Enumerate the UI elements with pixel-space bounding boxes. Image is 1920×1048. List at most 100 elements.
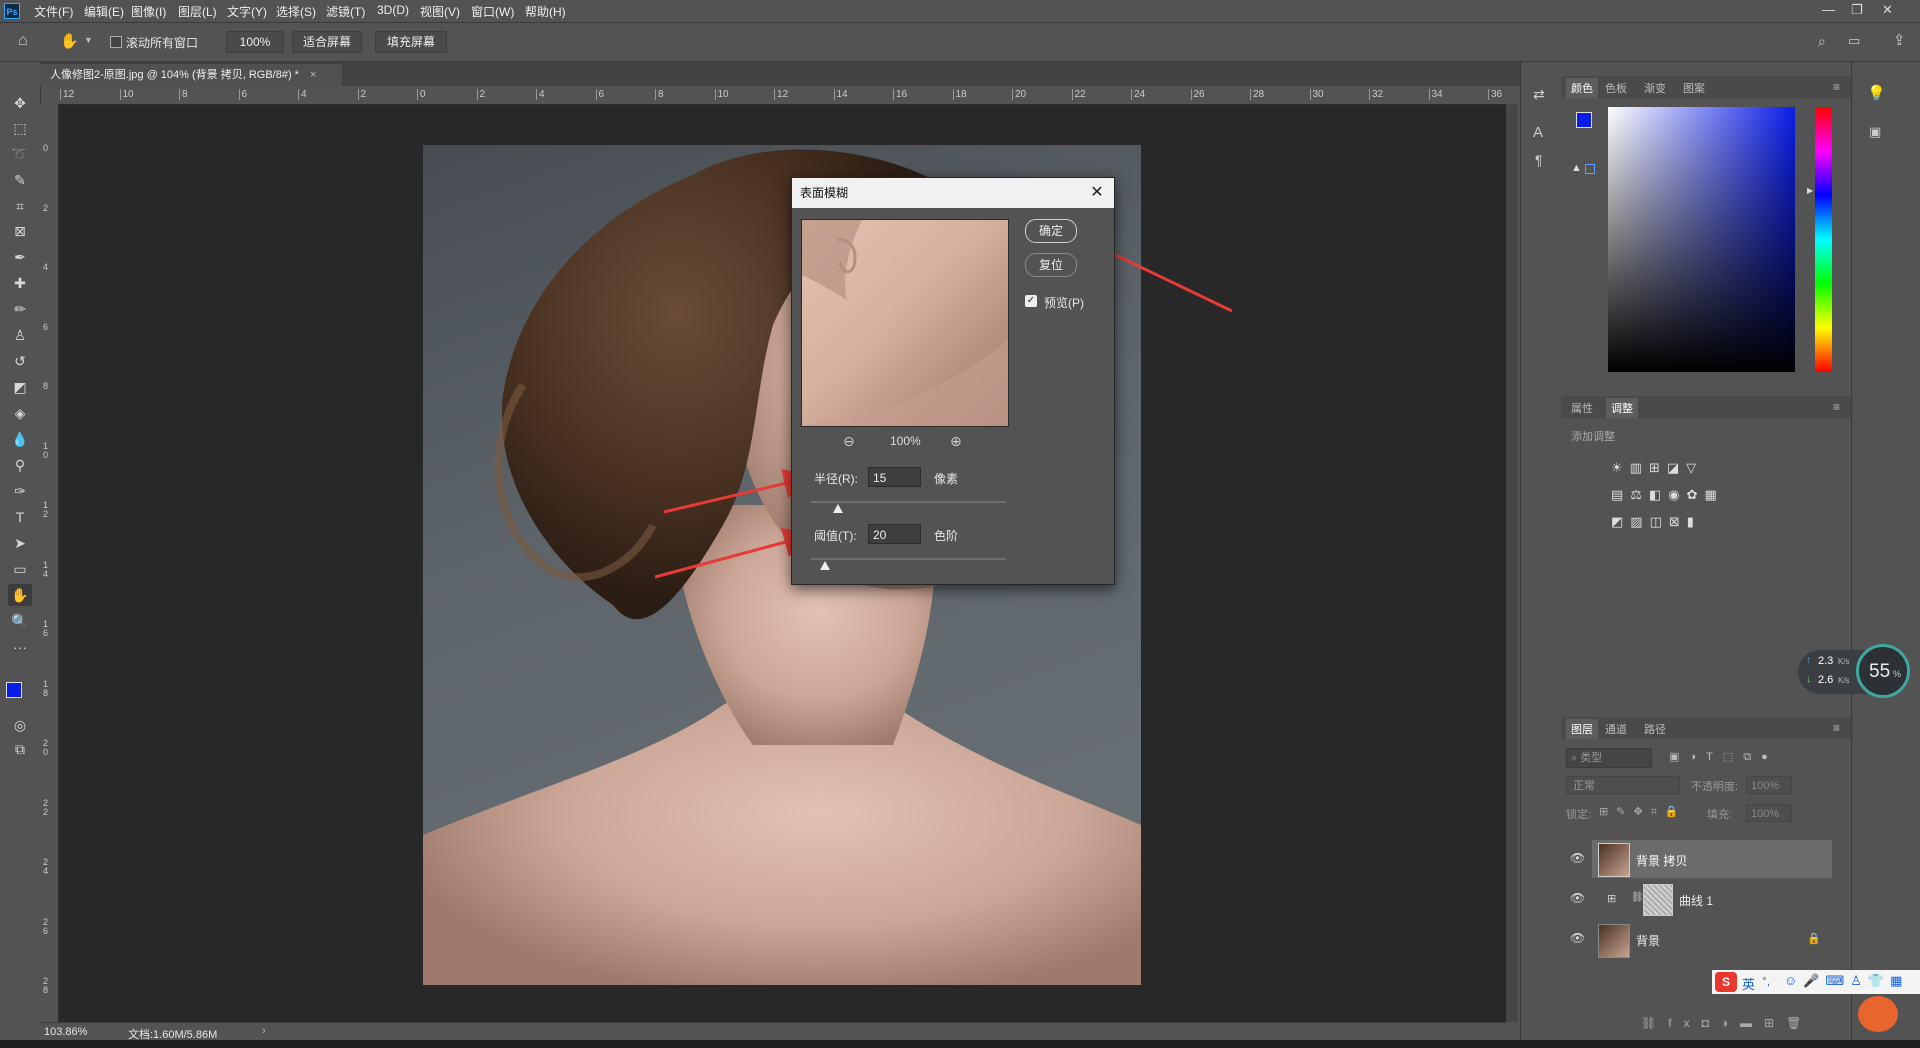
layer-thumbnail [1598,924,1630,958]
photo-filter-icon[interactable]: ◉ [1668,487,1686,502]
libraries-icon[interactable]: ▣ [1869,124,1881,140]
ime-tool-icons[interactable]: ☺🎤⌨♙👕▦ [1784,973,1908,989]
hue-saturation-icon[interactable]: ▤ [1611,487,1630,502]
delete-layer-icon[interactable]: 🗑 [1786,1016,1813,1030]
radius-label: 半径(R): [814,472,858,486]
radius-input[interactable]: 15 [868,467,921,487]
vertical-scrollbar[interactable] [1506,104,1518,1022]
invert-icon[interactable]: ◩ [1611,514,1630,529]
tab-properties[interactable]: 属性 [1571,400,1593,416]
radius-slider-track[interactable] [811,501,1006,503]
adjustments-menu-icon[interactable]: ≡ [1833,400,1840,414]
warning-icon[interactable]: ▲ [1571,162,1582,174]
threshold-unit: 色阶 [934,529,959,543]
new-layer-icon[interactable]: ⊞ [1764,1016,1786,1030]
zoom-status[interactable]: 103.86% [44,1026,87,1038]
layer-thumbnail [1598,843,1630,877]
tab-patterns[interactable]: 图案 [1683,80,1705,96]
opacity-input[interactable]: 100% [1746,776,1792,794]
threshold-input[interactable]: 20 [868,524,921,544]
history-panel-icon[interactable]: ⇄ [1533,86,1545,103]
black-white-icon[interactable]: ◧ [1649,487,1668,502]
selective-color-icon[interactable]: ⊠ [1669,514,1687,529]
preview-illustration [802,220,1008,426]
lock-pixels-icon[interactable]: ✎ [1616,806,1633,818]
add-mask-icon[interactable]: ◘ [1702,1016,1721,1030]
dialog-title: 表面模糊 [792,178,1114,208]
panel-foreground-swatch[interactable] [1576,112,1592,128]
download-arrow-icon: ↓ [1806,674,1811,685]
paragraph-panel-icon[interactable]: ¶ [1535,152,1543,168]
filter-preview[interactable] [801,219,1009,427]
lock-position-icon[interactable]: ✥ [1633,806,1650,818]
brightness-icon[interactable]: ☀ [1611,460,1630,475]
dialog-close-icon[interactable]: ✕ [1088,184,1106,202]
fill-input[interactable]: 100% [1746,804,1792,822]
gradient-map-icon[interactable]: ▮ [1687,514,1701,529]
channel-mixer-icon[interactable]: ✿ [1687,487,1705,502]
tab-paths[interactable]: 路径 [1644,721,1666,737]
color-balance-icon[interactable]: ⚖ [1630,487,1649,502]
hue-slider-marker-icon[interactable]: ▶ [1807,186,1813,195]
panel-menu-icon[interactable]: ≡ [1833,80,1840,94]
websafe-icon[interactable] [1585,164,1595,174]
tab-color[interactable]: 颜色 [1566,78,1598,98]
threshold-slider-thumb[interactable] [819,561,830,570]
new-group-icon[interactable]: ▬ [1740,1016,1764,1030]
visibility-eye-icon[interactable]: 👁 [1570,851,1585,865]
zoom-out-icon[interactable]: ⊖ [843,433,855,450]
lock-all-icon[interactable]: 🔒 [1665,806,1687,818]
link-icon[interactable]: ⛓ [1631,892,1644,903]
exposure-icon[interactable]: ◪ [1667,460,1686,475]
tab-channels[interactable]: 通道 [1605,721,1627,737]
filter-shape-icon[interactable]: ⬚ [1723,751,1743,763]
ime-lang[interactable]: 英 [1742,974,1755,993]
hue-slider[interactable] [1815,107,1832,372]
ok-button[interactable]: 确定 [1025,219,1077,243]
reset-button[interactable]: 复位 [1025,253,1077,277]
filter-pixel-icon[interactable]: ▣ [1669,751,1689,763]
sogou-logo-icon[interactable]: S [1715,972,1737,992]
lock-artboard-icon[interactable]: ⌗ [1651,806,1665,818]
tab-adjustments[interactable]: 调整 [1606,398,1638,418]
radius-slider-thumb[interactable] [833,504,844,513]
link-layers-icon[interactable]: ⛓ [1641,1016,1668,1030]
color-picker-field[interactable] [1608,107,1795,372]
lock-icons: ⊞✎✥⌗🔒 [1599,805,1687,819]
layer-style-icon[interactable]: fx [1668,1016,1701,1030]
zoom-in-icon[interactable]: ⊕ [950,433,962,450]
threshold-slider-track[interactable] [811,558,1006,560]
preview-checkbox[interactable]: ✓ [1025,295,1037,307]
filter-smart-icon[interactable]: ⧉ [1743,751,1761,763]
tab-gradients[interactable]: 渐变 [1644,80,1666,96]
visibility-eye-icon[interactable]: 👁 [1570,891,1585,905]
posterize-icon[interactable]: ▨ [1630,514,1649,529]
blend-mode-select[interactable]: 正常 [1566,776,1680,794]
ime-punct[interactable]: °, [1762,974,1770,988]
filter-adjust-icon[interactable]: ◑ [1689,751,1706,763]
levels-icon[interactable]: ▥ [1630,460,1649,475]
fill-label: 填充: [1707,809,1733,821]
character-panel-icon[interactable]: A [1533,124,1543,141]
threshold-adj-icon[interactable]: ◫ [1650,514,1669,529]
tab-layers[interactable]: 图层 [1566,719,1598,739]
layers-menu-icon[interactable]: ≡ [1833,721,1840,735]
new-adjustment-icon[interactable]: ◑ [1721,1016,1740,1030]
lock-transparent-icon[interactable]: ⊞ [1599,806,1616,818]
visibility-eye-icon[interactable]: 👁 [1570,931,1585,945]
layer-name: 曲线 1 [1679,894,1714,908]
layer-mask-thumbnail[interactable] [1643,884,1673,916]
curves-adjustment-icon: ⊞ [1607,893,1617,905]
learn-lightbulb-icon[interactable]: 💡 [1867,84,1886,102]
color-lookup-icon[interactable]: ▦ [1705,487,1724,502]
filter-type-icon[interactable]: T [1706,751,1723,763]
tab-swatches[interactable]: 色板 [1605,80,1627,96]
status-menu-icon[interactable]: › [262,1025,266,1037]
curves-icon[interactable]: ⊞ [1649,460,1667,475]
assistant-avatar-icon[interactable] [1858,996,1898,1032]
filter-toggle-icon[interactable]: ● [1761,751,1778,763]
layer-filter-select[interactable]: ⌕ 类型 [1566,748,1652,768]
download-unit: K/s [1838,676,1850,685]
vibrance-icon[interactable]: ▽ [1686,460,1703,475]
cpu-gauge[interactable]: 55 % [1856,644,1910,698]
